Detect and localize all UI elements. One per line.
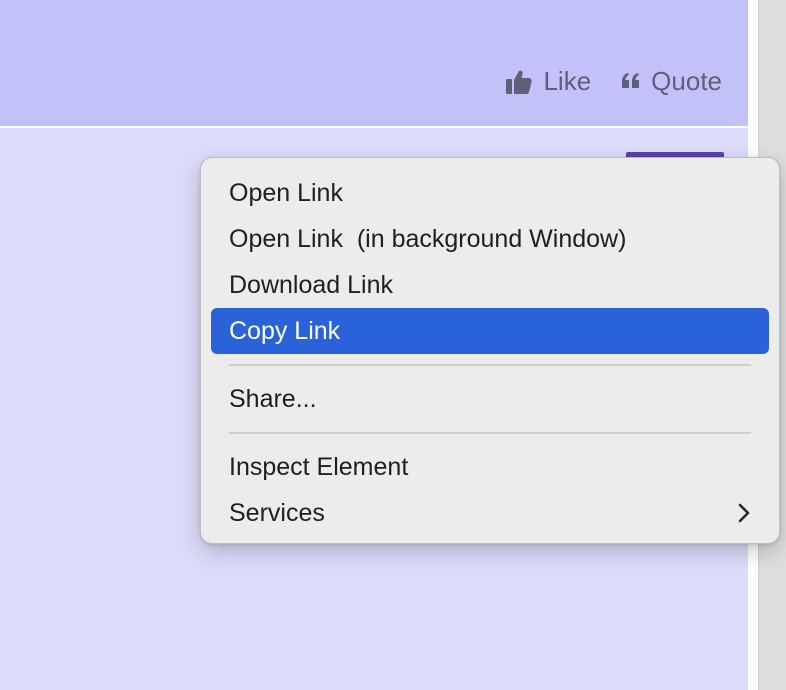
quote-label: Quote: [651, 66, 722, 96]
post-footer-bar: [0, 0, 748, 126]
like-button[interactable]: Like: [505, 66, 591, 97]
like-label: Like: [543, 66, 592, 96]
menu-item-share[interactable]: Share...: [211, 376, 769, 422]
menu-item-inspect-element[interactable]: Inspect Element: [211, 444, 769, 490]
menu-separator: [229, 364, 751, 366]
menu-item-copy-link[interactable]: Copy Link: [211, 308, 769, 354]
context-menu: Open Link Open Link (in background Windo…: [200, 157, 780, 544]
post-actions: Like Quote: [505, 66, 722, 97]
quote-icon: [622, 72, 640, 88]
menu-item-open-link-background[interactable]: Open Link (in background Window): [211, 216, 769, 262]
menu-separator: [229, 432, 751, 434]
menu-item-services[interactable]: Services: [211, 490, 769, 536]
chevron-right-icon: [738, 503, 750, 523]
menu-item-open-link[interactable]: Open Link: [211, 170, 769, 216]
menu-item-download-link[interactable]: Download Link: [211, 262, 769, 308]
quote-button[interactable]: Quote: [621, 66, 722, 97]
thumbs-up-icon: [506, 70, 533, 94]
menu-item-services-label: Services: [229, 498, 325, 527]
